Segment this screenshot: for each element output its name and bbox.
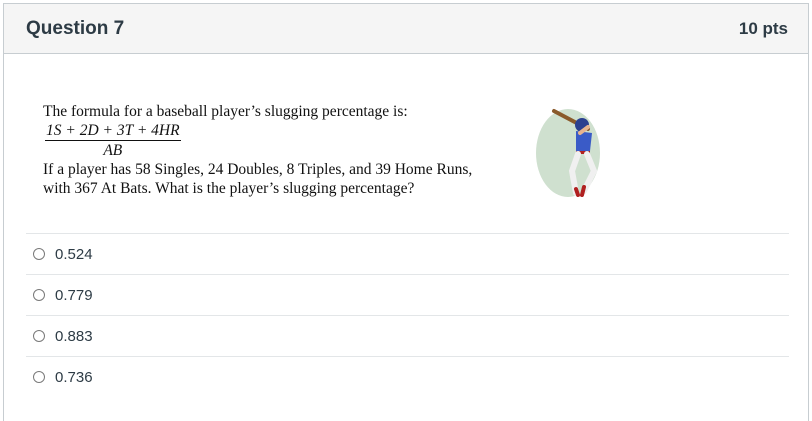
question-header: Question 7 10 pts [4,4,808,54]
answer-label: 0.779 [55,286,93,304]
formula-fraction: 1S + 2D + 3T + 4HR AB [45,121,181,160]
radio-button[interactable] [33,289,45,301]
question-card: Question 7 10 pts The formula for a base… [3,3,809,421]
radio-button[interactable] [33,330,45,342]
answer-list: 0.524 0.779 0.883 0.736 [26,233,789,397]
question-stem: The formula for a baseball player’s slug… [4,54,808,232]
baseball-batter-image [532,101,616,197]
baseball-batter-icon [536,109,600,197]
stem-line-3: with 367 At Bats. What is the player’s s… [43,180,415,197]
radio-button[interactable] [33,248,45,260]
answer-option[interactable]: 0.883 [26,315,789,356]
answer-option[interactable]: 0.524 [26,233,789,274]
answer-option[interactable]: 0.736 [26,356,789,397]
question-text: The formula for a baseball player’s slug… [43,102,513,198]
stem-line-2: If a player has 58 Singles, 24 Doubles, … [43,161,473,178]
formula-denominator: AB [103,142,123,159]
stem-line-1: The formula for a baseball player’s slug… [43,103,408,120]
answer-label: 0.883 [55,327,93,345]
question-points: 10 pts [738,18,788,38]
question-title: Question 7 [26,17,125,39]
formula-numerator: 1S + 2D + 3T + 4HR [45,122,181,141]
answer-label: 0.736 [55,368,93,386]
radio-button[interactable] [33,371,45,383]
answer-label: 0.524 [55,245,93,263]
answer-option[interactable]: 0.779 [26,274,789,315]
